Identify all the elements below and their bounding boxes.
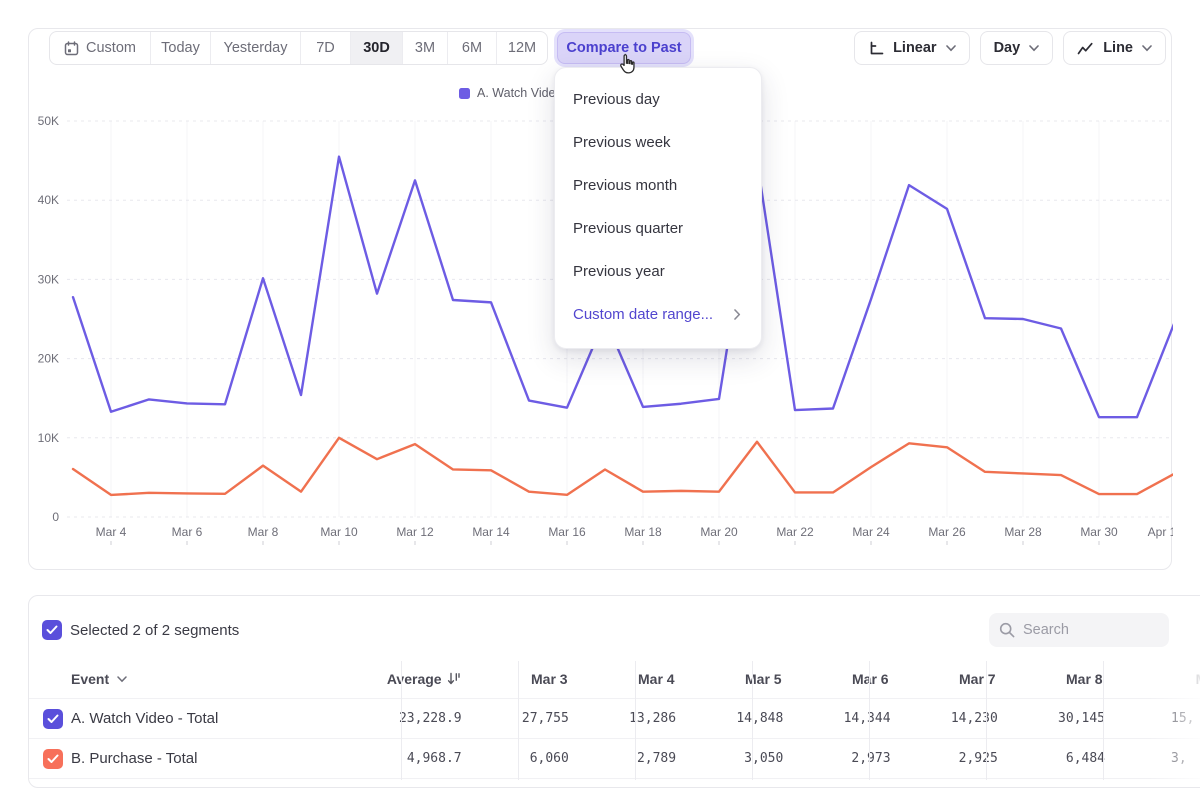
column-header[interactable]: Mar 6	[795, 671, 902, 687]
menu-item-previous-day[interactable]: Previous day	[555, 78, 761, 121]
column-header[interactable]: M	[1116, 671, 1200, 687]
y-axis-label: 40K	[38, 193, 59, 207]
x-axis-label: Mar 28	[1004, 525, 1042, 539]
table-cell: 2,925	[904, 751, 1011, 766]
segment-checkbox[interactable]	[43, 709, 63, 729]
x-axis-label: Mar 10	[320, 525, 358, 539]
x-axis-label: Mar 18	[624, 525, 662, 539]
table-row-b[interactable]: B. Purchase - Total4,968.76,0602,7893,05…	[29, 739, 1200, 779]
event-column-header[interactable]: Event	[29, 671, 367, 687]
column-divider	[986, 661, 987, 780]
check-icon	[47, 714, 59, 724]
table-cell: 3,	[1118, 751, 1200, 766]
check-icon	[46, 625, 58, 635]
menu-item-previous-week[interactable]: Previous week	[555, 121, 761, 164]
table-cell: 2,973	[796, 751, 903, 766]
column-header[interactable]: Mar 3	[474, 671, 581, 687]
x-axis-label: Mar 16	[548, 525, 586, 539]
segments-bar: Selected 2 of 2 segments	[29, 596, 1200, 660]
menu-item-previous-quarter[interactable]: Previous quarter	[555, 207, 761, 250]
menu-item-label: Previous year	[573, 250, 665, 293]
table-cell: 3,050	[689, 751, 796, 766]
segments-selected-text: Selected 2 of 2 segments	[70, 622, 239, 639]
event-cell: B. Purchase - Total	[29, 749, 367, 769]
x-axis-label: Mar 6	[172, 525, 203, 539]
x-axis-label: Mar 20	[700, 525, 738, 539]
select-all-checkbox[interactable]	[42, 620, 62, 640]
table-cell: 6,484	[1011, 751, 1118, 766]
y-axis-label: 30K	[38, 272, 59, 286]
table-cell: 14,344	[796, 711, 903, 726]
table-cell: 4,968.7	[367, 751, 474, 766]
table-cell: 6,060	[475, 751, 582, 766]
x-axis-label: Mar 24	[852, 525, 890, 539]
y-axis-label: 50K	[38, 114, 59, 128]
column-header[interactable]: Mar 7	[902, 671, 1009, 687]
segments-table-card: Selected 2 of 2 segments Event Average Mar…	[28, 595, 1200, 788]
table-cell: 23,228.9	[367, 711, 474, 726]
menu-item-custom-date-range[interactable]: Custom date range...	[555, 293, 761, 336]
table-header-row: EventAverageMar 3Mar 4Mar 5Mar 6Mar 7Mar…	[29, 660, 1200, 699]
table-cell: 14,230	[904, 711, 1011, 726]
segment-checkbox[interactable]	[43, 749, 63, 769]
column-divider	[1103, 661, 1104, 780]
x-axis-label: Mar 12	[396, 525, 434, 539]
menu-item-label: Custom date range...	[573, 293, 713, 336]
table-cell: 14,848	[689, 711, 796, 726]
column-header[interactable]: Mar 5	[688, 671, 795, 687]
search-icon	[999, 622, 1015, 638]
y-axis-label: 0	[52, 510, 59, 524]
table-cell: 15,	[1118, 711, 1200, 726]
menu-item-previous-year[interactable]: Previous year	[555, 250, 761, 293]
segment-label: B. Purchase - Total	[71, 750, 197, 767]
segments-table: EventAverageMar 3Mar 4Mar 5Mar 6Mar 7Mar…	[29, 660, 1200, 779]
column-header-label: Average	[387, 671, 442, 687]
menu-item-previous-month[interactable]: Previous month	[555, 164, 761, 207]
x-axis-label: Mar 4	[96, 525, 127, 539]
x-axis-label: Mar 8	[248, 525, 279, 539]
table-cell: 27,755	[475, 711, 582, 726]
menu-item-label: Previous quarter	[573, 207, 683, 250]
legend-swatch	[459, 88, 470, 99]
menu-item-label: Previous month	[573, 164, 677, 207]
search-input[interactable]	[1023, 622, 1153, 638]
column-divider	[752, 661, 753, 780]
chart-card: CustomTodayYesterday7D30D3M6M12M Compare…	[28, 28, 1172, 570]
column-divider	[401, 661, 402, 780]
table-cell: 30,145	[1011, 711, 1118, 726]
x-axis-label: Apr 1	[1148, 525, 1173, 539]
table-row-a[interactable]: A. Watch Video - Total23,228.927,75513,2…	[29, 699, 1200, 739]
column-divider	[518, 661, 519, 780]
search-box[interactable]	[989, 613, 1169, 647]
column-header[interactable]: Mar 8	[1009, 671, 1116, 687]
x-axis-label: Mar 14	[472, 525, 510, 539]
column-divider	[869, 661, 870, 780]
x-axis-label: Mar 30	[1080, 525, 1118, 539]
column-divider	[635, 661, 636, 780]
check-icon	[47, 754, 59, 764]
x-axis-label: Mar 22	[776, 525, 814, 539]
y-axis-label: 20K	[38, 352, 59, 366]
chevron-down-icon	[117, 676, 127, 683]
sort-descending-icon	[447, 672, 461, 686]
column-header[interactable]: Average	[367, 671, 474, 687]
x-axis-label: Mar 26	[928, 525, 966, 539]
compare-to-past-menu: Previous dayPrevious weekPrevious monthP…	[554, 67, 762, 349]
event-header-label: Event	[43, 671, 109, 687]
chevron-right-icon	[734, 309, 741, 320]
series-line-b[interactable]	[73, 438, 1173, 495]
menu-item-label: Previous day	[573, 78, 660, 121]
menu-item-label: Previous week	[573, 121, 671, 164]
segment-label: A. Watch Video - Total	[71, 710, 218, 727]
event-cell: A. Watch Video - Total	[29, 709, 367, 729]
y-axis-label: 10K	[38, 431, 59, 445]
